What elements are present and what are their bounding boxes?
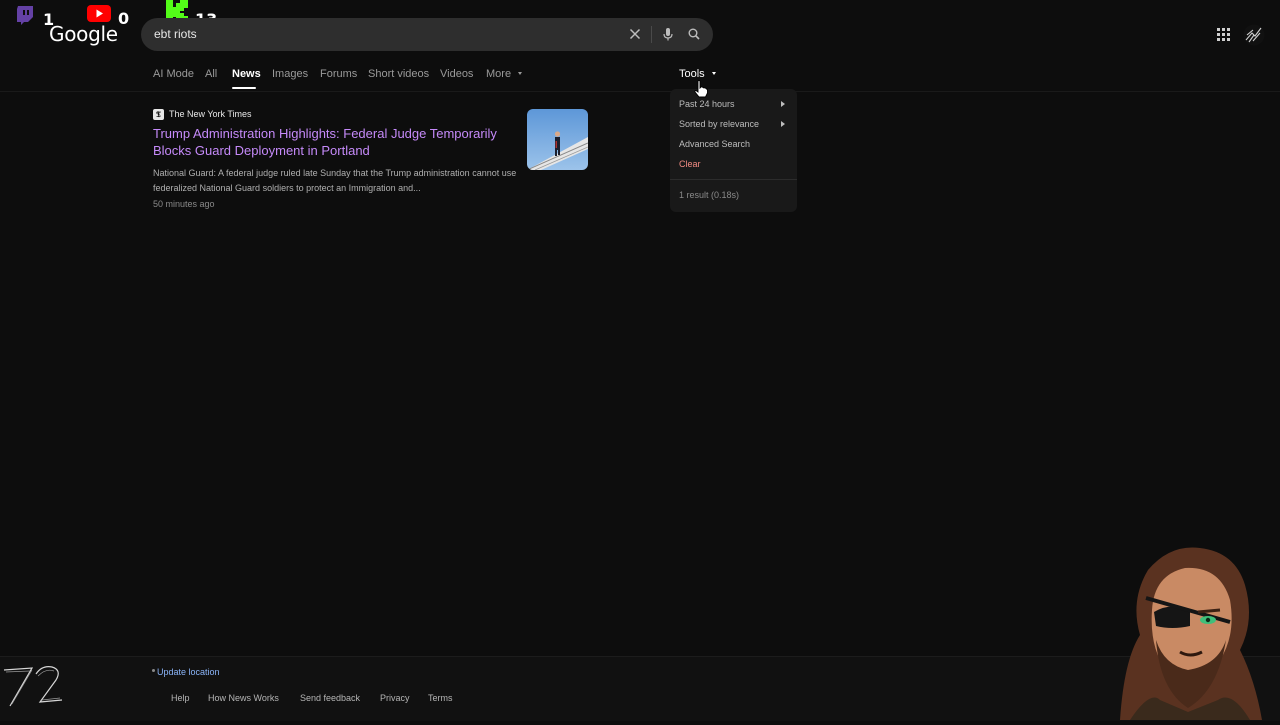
tab-forums[interactable]: Forums (320, 68, 357, 80)
result-thumbnail[interactable] (527, 109, 588, 170)
search-icon[interactable] (686, 26, 702, 42)
twitch-icon (14, 4, 36, 26)
footer-send-feedback-link[interactable]: Send feedback (300, 693, 360, 703)
search-bar[interactable]: ebt riots (141, 18, 713, 51)
tools-label: Tools (679, 68, 705, 80)
sort-by-relevance[interactable]: Sorted by relevance (679, 119, 759, 129)
tab-short-videos[interactable]: Short videos (368, 68, 429, 80)
location-dot-icon (152, 669, 155, 672)
streamer-avatar-illustration (1090, 540, 1280, 720)
submenu-arrow-icon (781, 101, 785, 107)
tab-videos[interactable]: Videos (440, 68, 473, 80)
submenu-arrow-icon (781, 121, 785, 127)
caret-down-icon (711, 72, 716, 75)
search-divider (651, 26, 652, 43)
caret-down-icon (518, 72, 523, 75)
tab-news[interactable]: News (232, 68, 261, 80)
tab-all[interactable]: All (205, 68, 217, 80)
result-count: 1 result (0.18s) (679, 190, 740, 200)
clear-icon[interactable] (627, 26, 643, 42)
result-snippet: National Guard: A federal judge ruled la… (153, 168, 517, 193)
result-timestamp: 50 minutes ago (153, 199, 215, 209)
tab-more[interactable]: More (486, 68, 523, 80)
microphone-icon[interactable] (660, 26, 676, 42)
tools-button[interactable]: Tools (679, 68, 716, 80)
footer-help-link[interactable]: Help (171, 693, 190, 703)
account-avatar-icon[interactable] (1243, 24, 1265, 46)
tab-more-label: More (486, 68, 512, 80)
tab-images[interactable]: Images (272, 68, 308, 80)
result-source[interactable]: The New York Times (169, 109, 252, 119)
footer-how-news-works-link[interactable]: How News Works (208, 693, 279, 703)
footer (0, 656, 1280, 721)
channel-watermark-logo (2, 662, 66, 715)
footer-privacy-link[interactable]: Privacy (380, 693, 410, 703)
dropdown-divider (670, 179, 797, 180)
nyt-logo-icon: 𝕿 (153, 109, 164, 120)
youtube-viewer-count: 0 (118, 9, 130, 28)
active-tab-indicator (232, 87, 256, 89)
result-title-link[interactable]: Trump Administration Highlights: Federal… (153, 125, 518, 159)
youtube-icon (87, 5, 111, 22)
update-location-link[interactable]: Update location (157, 667, 220, 677)
tab-ai-mode[interactable]: AI Mode (153, 68, 194, 80)
hand-cursor-icon (694, 80, 708, 98)
google-logo[interactable]: Google (49, 22, 118, 46)
tools-dropdown: Past 24 hours Sorted by relevance Advanc… (670, 89, 797, 212)
nav-divider (0, 91, 1280, 92)
advanced-search-link[interactable]: Advanced Search (679, 139, 750, 149)
search-input[interactable]: ebt riots (154, 27, 197, 41)
clear-filters-button[interactable]: Clear (679, 159, 701, 169)
apps-grid-icon[interactable] (1217, 28, 1230, 41)
footer-terms-link[interactable]: Terms (428, 693, 453, 703)
filter-past-24-hours[interactable]: Past 24 hours (679, 99, 735, 109)
